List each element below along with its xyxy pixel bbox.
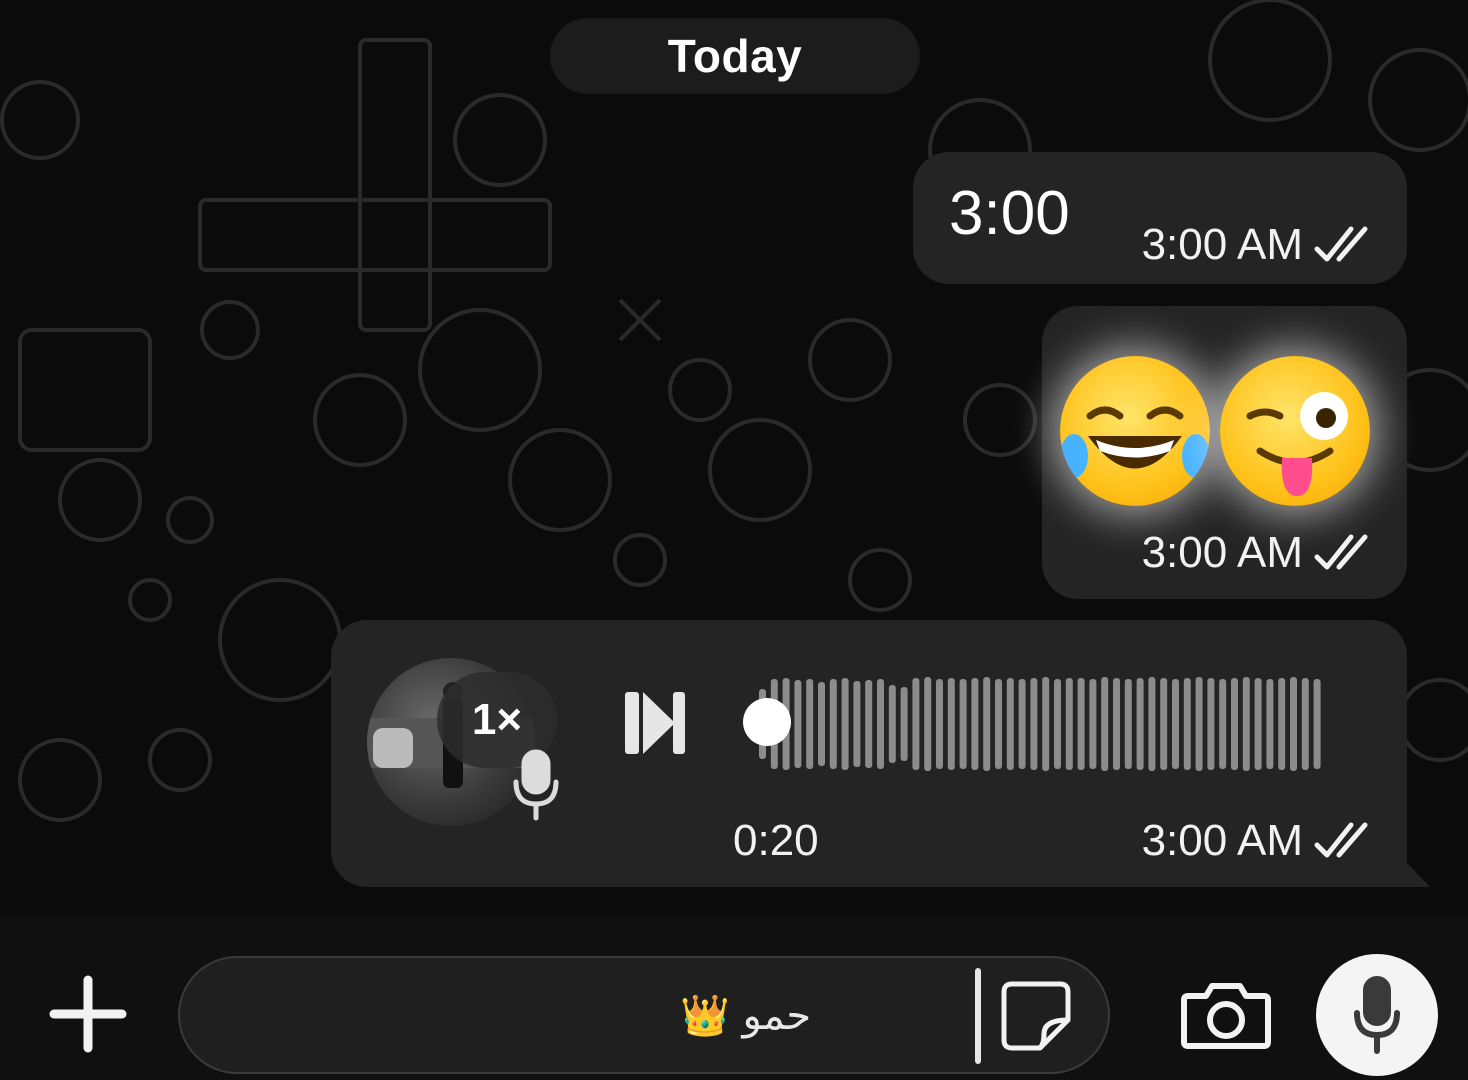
waveform-bar: [1006, 678, 1014, 770]
waveform-bar: [1266, 679, 1274, 769]
waveform-bar: [1089, 679, 1097, 769]
message-meta: 3:00 AM: [1142, 528, 1371, 578]
waveform-bar: [900, 687, 908, 761]
waveform-bar: [818, 682, 825, 766]
message-time: 3:00 AM: [1141, 528, 1303, 577]
waveform-bar: [959, 679, 967, 769]
waveform-bar: [1124, 679, 1132, 769]
waveform-bar: [1195, 677, 1203, 771]
waveform-bar: [1148, 677, 1156, 771]
waveform-bar: [1219, 679, 1227, 769]
message-meta: 3:00 AM: [1142, 220, 1371, 270]
winking-face-with-tongue-icon: [1220, 356, 1370, 506]
message-bubble-text[interactable]: 3:00 3:00 AM: [913, 152, 1407, 284]
waveform-bar: [1136, 678, 1144, 770]
waveform-bar: [1231, 678, 1238, 770]
camera-icon[interactable]: [1180, 980, 1272, 1050]
waveform-bar: [1101, 677, 1109, 771]
waveform-bar: [865, 680, 873, 768]
message-time: 3:00 AM: [1141, 816, 1303, 865]
waveform-bar: [853, 681, 861, 767]
mic-icon: [513, 749, 559, 821]
waveform-bar: [1054, 679, 1061, 769]
waveform-bar: [1160, 678, 1168, 770]
waveform-bar: [1183, 678, 1191, 770]
message-text: 3:00: [949, 179, 1070, 248]
waveform-bar: [936, 679, 943, 769]
double-check-icon: [1314, 534, 1368, 570]
waveform-bar: [1077, 678, 1085, 770]
waveform-bar: [1290, 677, 1297, 771]
waveform-bar: [947, 678, 955, 770]
record-voice-button[interactable]: [1316, 954, 1438, 1076]
waveform-bar: [1172, 679, 1179, 769]
text-caret: [975, 968, 981, 1064]
message-meta: 3:00 AM: [1142, 816, 1371, 866]
waveform-bar: [983, 677, 991, 771]
play-icon[interactable]: [625, 690, 687, 756]
waveform-bar: [995, 679, 1002, 769]
waveform-scrubber: [743, 698, 791, 746]
waveform-bar: [912, 678, 920, 770]
waveform-bar: [841, 678, 849, 770]
waveform-bar: [829, 679, 837, 769]
sticker-icon[interactable]: [1000, 980, 1072, 1052]
waveform-bar: [1207, 678, 1215, 770]
waveform-bar: [924, 677, 932, 771]
message-bubble-voice[interactable]: 1× 0:20 3:00 AM: [331, 620, 1407, 887]
voice-duration: 0:20: [733, 816, 819, 865]
face-with-tears-of-joy-icon: [1060, 356, 1210, 506]
waveform-bar: [888, 685, 896, 763]
message-input-value: 👑 حمو: [680, 993, 812, 1039]
double-check-icon: [1314, 226, 1368, 262]
waveform-bar: [1242, 677, 1250, 771]
waveform-bar: [1042, 677, 1050, 771]
message-bubble-emoji[interactable]: 3:00 AM: [1042, 306, 1407, 599]
waveform-bar: [1113, 678, 1120, 770]
waveform-bar: [1018, 679, 1026, 769]
waveform-bar: [971, 678, 979, 770]
waveform-bar: [1278, 678, 1286, 770]
waveform-bar: [1254, 678, 1262, 770]
double-check-icon: [1314, 822, 1368, 858]
mic-icon: [1354, 976, 1400, 1054]
waveform-bar: [877, 679, 884, 769]
waveform-bar: [1065, 678, 1073, 770]
voice-waveform[interactable]: [741, 674, 1341, 774]
waveform-bar: [1030, 678, 1038, 770]
waveform-bar: [806, 679, 814, 769]
date-separator: Today: [550, 18, 920, 94]
waveform-bar: [1301, 678, 1309, 770]
message-time: 3:00 AM: [1141, 220, 1303, 269]
emoji-group: [1060, 356, 1370, 506]
plus-icon[interactable]: [48, 974, 128, 1054]
message-input[interactable]: 👑 حمو: [178, 956, 1110, 1074]
waveform-bar: [1313, 679, 1321, 769]
waveform-bar: [794, 680, 802, 768]
